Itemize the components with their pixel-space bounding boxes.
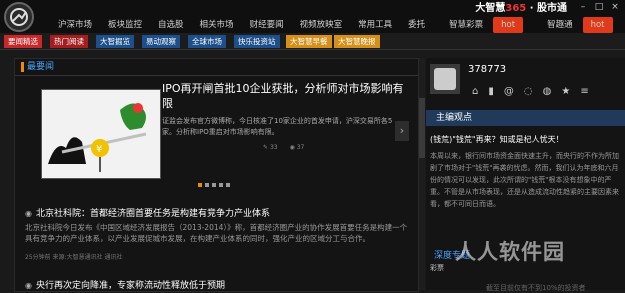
- nav-item[interactable]: 委托: [400, 17, 433, 33]
- next-arrow-icon[interactable]: ›: [395, 121, 409, 141]
- carousel-dot[interactable]: [198, 183, 202, 187]
- news-title[interactable]: ◉ 央行再次定向降准，专家称流动性释放低于预期: [25, 278, 225, 291]
- app-logo[interactable]: [4, 2, 34, 32]
- at-icon[interactable]: @: [504, 86, 514, 97]
- carousel-dot[interactable]: [219, 183, 223, 187]
- menu-icon[interactable]: ≡: [580, 86, 588, 97]
- nav-item[interactable]: 沪深市场: [50, 17, 100, 33]
- nav-item[interactable]: 板块监控: [100, 17, 150, 33]
- chat-icon[interactable]: ◍: [543, 86, 552, 97]
- top-nav: 沪深市场 板块监控 自选股 相关市场 财经要闻 视频放映室 常用工具 委托 智慧…: [50, 17, 621, 33]
- side-section-header: 主编观点: [426, 110, 625, 126]
- feature-title[interactable]: IPO再开闸首批10企业获批，分析师对市场影响有限: [162, 81, 412, 111]
- nav-item[interactable]: 财经要闻: [242, 17, 292, 33]
- hot-badge: hot: [493, 17, 524, 33]
- avatar[interactable]: [430, 64, 460, 94]
- chart-icon[interactable]: ▮: [488, 86, 494, 97]
- tab-bar: 要闻精选 热门阅读 大智掘览 易动观察 全球市场 快乐投资站 大智慧早餐 大智慧…: [0, 33, 625, 50]
- title-bar: 沪深市场 板块监控 自选股 相关市场 财经要闻 视频放映室 常用工具 委托 智慧…: [0, 0, 625, 33]
- news-meta: 25分钟前 来源:大智慧通讯社 通讯社: [25, 254, 123, 261]
- nav-item-zhiqu[interactable]: 智趣通 hot: [531, 17, 620, 33]
- feature-image[interactable]: ¥: [41, 89, 161, 179]
- star-icon[interactable]: ★: [561, 86, 570, 97]
- side-article-text: 本周以来，银行间市场资金面快速主升，而央行的不作为所加剧了市场对于"钱荒"再袭的…: [430, 152, 619, 208]
- minimize-icon[interactable]: –: [577, 2, 589, 12]
- side-item[interactable]: 截至目前仅有不到10%的投资者: [486, 283, 586, 293]
- tab-overview[interactable]: 大智掘览: [96, 35, 134, 48]
- hot-badge: hot: [582, 17, 613, 33]
- close-icon[interactable]: ×: [609, 2, 621, 12]
- side-item[interactable]: 彩票: [430, 263, 444, 273]
- carousel-dots: [198, 183, 230, 187]
- avatar-face-icon: [434, 68, 456, 90]
- scrollbar[interactable]: [419, 58, 425, 290]
- nav-item-lottery[interactable]: 智慧彩票 hot: [433, 17, 531, 33]
- nav-item[interactable]: 自选股: [150, 17, 192, 33]
- comment-count[interactable]: ✎ 33: [263, 144, 278, 151]
- section-title: 最要闻: [27, 62, 55, 72]
- nav-item[interactable]: 视频放映室: [292, 17, 351, 33]
- section-header: 最要闻: [15, 59, 418, 76]
- tab-hot-reading[interactable]: 热门阅读: [50, 35, 88, 48]
- nav-item[interactable]: 常用工具: [350, 17, 400, 33]
- nav-item[interactable]: 相关市场: [192, 17, 242, 33]
- eye-icon: ◉: [25, 209, 32, 218]
- message-icon[interactable]: ◌: [524, 86, 533, 97]
- maximize-icon[interactable]: □: [593, 2, 605, 12]
- brand-title: 大智慧365 · 股市通: [475, 3, 567, 14]
- username: 378773: [468, 64, 507, 75]
- user-toolbar: ⌂ ▮ @ ◌ ◍ ★ ≡: [472, 86, 589, 97]
- feature-summary: 证监会发布官方微博称，今日核准了10家企业的首发申请，沪深交易所各5家。分析称I…: [162, 117, 393, 136]
- tab-morning[interactable]: 大智慧早餐: [286, 35, 332, 48]
- carousel-dot[interactable]: [226, 183, 230, 187]
- side-article-title[interactable]: (钱荒)"钱荒"再来？知或是杞人忧天！: [430, 134, 564, 145]
- tab-highlights[interactable]: 要闻精选: [4, 35, 42, 48]
- carousel-dot[interactable]: [205, 183, 209, 187]
- window-controls: – □ ×: [577, 2, 621, 12]
- section-marker: [21, 62, 24, 72]
- watermark: 人人软件园: [455, 240, 565, 264]
- news-title[interactable]: ◉ 北京社科院：首都经济圈首要任务是构建有竞争力产业体系: [25, 206, 270, 219]
- svg-text:¥: ¥: [96, 144, 102, 155]
- carousel-dot[interactable]: [212, 183, 216, 187]
- home-icon[interactable]: ⌂: [472, 86, 478, 97]
- news-summary: 北京社科院今日发布《中国区域经济发展报告（2013-2014）》称，首都经济圈产…: [25, 223, 408, 243]
- main-panel: 最要闻 ¥ IPO再开闸首批10企业获批，分析师对市场影响有限 证监会发布官方微…: [14, 58, 419, 292]
- tab-happy-invest[interactable]: 快乐投资站: [234, 35, 280, 48]
- view-count: ◉ 37: [289, 144, 305, 151]
- feature-meta: ✎ 33 ◉ 37: [263, 144, 304, 151]
- eye-icon: ◉: [25, 281, 32, 290]
- tab-evening[interactable]: 大智慧晚报: [334, 35, 380, 48]
- scrollbar-thumb[interactable]: [419, 98, 425, 158]
- tab-observation[interactable]: 易动观察: [142, 35, 180, 48]
- side-section-title: 主编观点: [436, 113, 473, 123]
- tab-global[interactable]: 全球市场: [188, 35, 226, 48]
